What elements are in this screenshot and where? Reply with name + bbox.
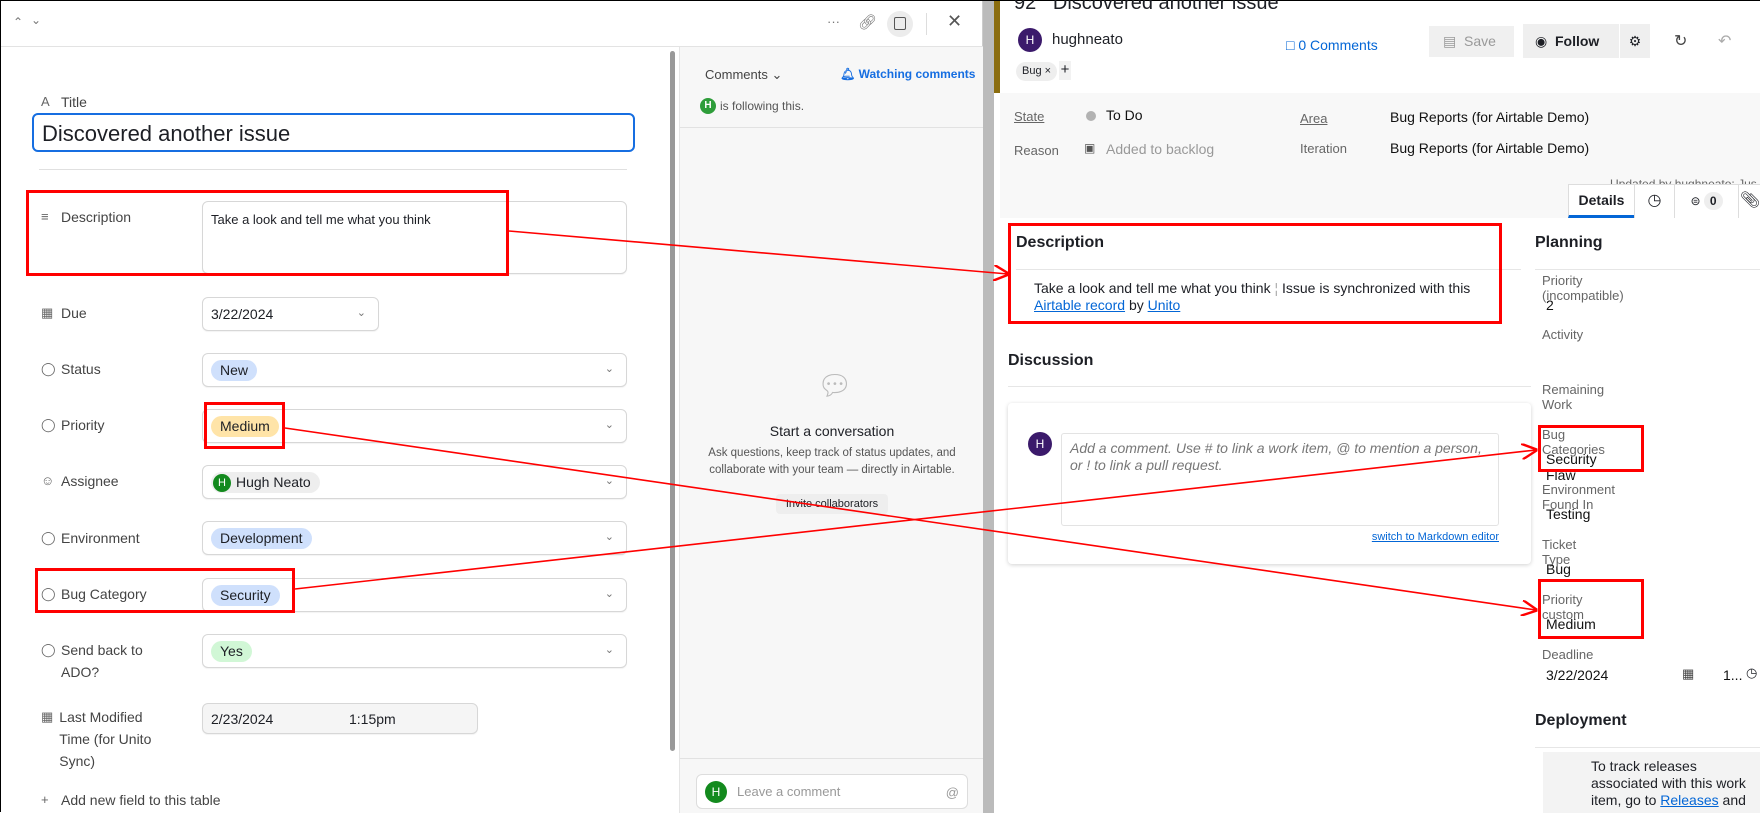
annotation-arrows [284, 230, 1760, 813]
arrow-description [508, 230, 1008, 274]
arrow-bug-category [294, 450, 1536, 590]
arrow-priority [284, 427, 1536, 610]
